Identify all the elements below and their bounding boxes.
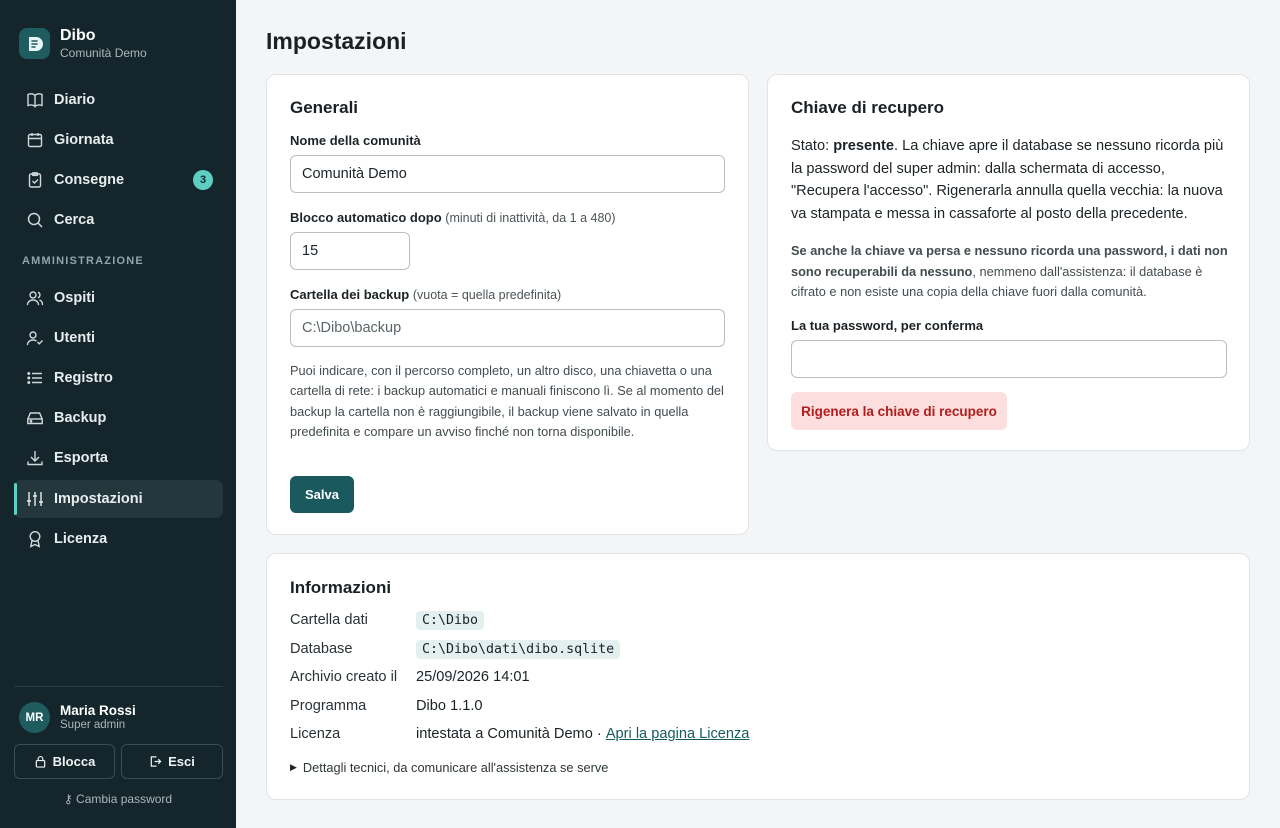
avatar: MR — [19, 702, 50, 733]
nav-label: Consegne — [54, 172, 125, 188]
nav-label: Esporta — [54, 450, 108, 466]
backup-folder-input[interactable] — [290, 309, 725, 347]
auto-lock-label: Blocco automatico dopo (minuti di inatti… — [290, 210, 616, 225]
change-password-label: Cambia password — [76, 792, 173, 806]
brand: Dibo Comunità Demo — [19, 27, 147, 60]
sidebar-divider — [14, 686, 223, 687]
current-user: MR Maria Rossi Super admin — [19, 702, 136, 733]
auto-lock-label-text: Blocco automatico dopo — [290, 210, 442, 225]
app-name: Dibo — [60, 27, 96, 44]
search-icon — [26, 211, 44, 229]
nav-item-giornata[interactable]: Giornata — [14, 121, 223, 159]
download-icon — [26, 449, 44, 467]
consegne-count-badge: 3 — [193, 170, 213, 190]
general-settings-card: Generali Nome della comunità Blocco auto… — [266, 74, 749, 535]
nav-label: Giornata — [54, 132, 114, 148]
nav-label: Ospiti — [54, 290, 96, 306]
info-row-database: Database C:\Dibo\dati\dibo.sqlite — [290, 637, 621, 661]
nav-item-esporta[interactable]: Esporta — [14, 439, 223, 477]
page-title: Impostazioni — [266, 28, 407, 54]
nav-label: Backup — [54, 410, 107, 426]
info-key: Programma — [290, 698, 367, 714]
info-key: Licenza — [290, 726, 341, 742]
database-path: C:\Dibo\dati\dibo.sqlite — [416, 639, 621, 659]
nav-item-backup[interactable]: Backup — [14, 399, 223, 437]
lock-icon — [35, 755, 45, 768]
created-date: 25/09/2026 14:01 — [416, 669, 530, 685]
save-button[interactable]: Salva — [290, 476, 354, 513]
disclosure-triangle-icon: ▶ — [290, 762, 297, 772]
auto-lock-hint: (minuti di inattività, da 1 a 480) — [445, 211, 616, 225]
nav-item-utenti[interactable]: Utenti — [14, 319, 223, 357]
book-icon — [26, 91, 44, 109]
info-row-data-folder: Cartella dati C:\Dibo — [290, 608, 485, 632]
nav-label: Impostazioni — [54, 491, 143, 507]
card-title: Informazioni — [290, 578, 392, 597]
award-icon — [26, 530, 44, 548]
card-title: Chiave di recupero — [791, 98, 945, 117]
backup-folder-label: Cartella dei backup (vuota = quella pred… — [290, 287, 561, 302]
nav-item-consegne[interactable]: Consegne 3 — [14, 161, 223, 199]
nav-item-cerca[interactable]: Cerca — [14, 201, 223, 239]
nav-item-ospiti[interactable]: Ospiti — [14, 279, 223, 317]
lock-button[interactable]: Blocca — [14, 744, 115, 779]
backup-folder-label-text: Cartella dei backup — [290, 287, 410, 302]
calendar-icon — [26, 131, 44, 149]
nav-item-diario[interactable]: Diario — [14, 81, 223, 119]
users-icon — [26, 289, 44, 307]
info-key: Cartella dati — [290, 612, 368, 628]
open-license-page-link[interactable]: Apri la pagina Licenza — [606, 726, 750, 742]
info-key: Archivio creato il — [290, 669, 398, 685]
auto-lock-minutes-input[interactable] — [290, 232, 410, 270]
user-role: Super admin — [60, 719, 126, 731]
regenerate-recovery-key-button[interactable]: Rigenera la chiave di recupero — [791, 392, 1007, 430]
nav-item-impostazioni[interactable]: Impostazioni — [14, 480, 223, 518]
recovery-key-warning: Se anche la chiave va persa e nessuno ri… — [791, 241, 1231, 303]
logout-button[interactable]: Esci — [121, 744, 223, 779]
nav-label: Utenti — [54, 330, 96, 346]
program-version: Dibo 1.1.0 — [416, 698, 483, 714]
technical-details-toggle[interactable]: ▶ Dettagli tecnici, da comunicare all'as… — [290, 760, 608, 775]
change-password-link[interactable]: ⚷ Cambia password — [0, 792, 236, 806]
details-label: Dettagli tecnici, da comunicare all'assi… — [302, 760, 609, 775]
community-name: Comunità Demo — [60, 46, 147, 60]
status-prefix: Stato: — [791, 138, 834, 154]
backup-folder-hint: (vuota = quella predefinita) — [412, 288, 562, 302]
status-value: presente — [833, 138, 895, 154]
data-folder-path: C:\Dibo — [416, 610, 485, 630]
community-name-input[interactable] — [290, 155, 725, 193]
info-row-license: Licenza intestata a Comunità Demo · Apri… — [290, 722, 749, 746]
nav-item-licenza[interactable]: Licenza — [14, 520, 223, 558]
nav-label: Licenza — [54, 531, 108, 547]
app-logo-icon — [19, 28, 50, 59]
user-name: Maria Rossi — [60, 703, 136, 718]
password-confirm-label: La tua password, per conferma — [791, 318, 984, 333]
nav-label: Registro — [54, 370, 113, 386]
password-confirm-input[interactable] — [791, 340, 1227, 378]
sliders-icon — [26, 490, 44, 508]
info-row-created: Archivio creato il 25/09/2026 14:01 — [290, 665, 530, 689]
nav-section-title: AMMINISTRAZIONE — [22, 255, 144, 267]
info-row-program: Programma Dibo 1.1.0 — [290, 694, 483, 718]
community-name-label: Nome della comunità — [290, 133, 421, 148]
info-key: Database — [290, 641, 353, 657]
nav-item-registro[interactable]: Registro — [14, 359, 223, 397]
card-title: Generali — [290, 98, 359, 117]
logout-icon — [150, 756, 162, 767]
clipboard-check-icon — [26, 171, 44, 189]
user-check-icon — [26, 329, 44, 347]
nav-label: Cerca — [54, 212, 95, 228]
backup-folder-help: Puoi indicare, con il percorso completo,… — [290, 363, 724, 439]
info-card: Informazioni Cartella dati C:\Dibo Datab… — [266, 553, 1250, 800]
nav-label: Diario — [54, 92, 96, 108]
recovery-key-card: Chiave di recupero Stato: presente. La c… — [767, 74, 1250, 451]
logout-label: Esci — [168, 754, 195, 769]
key-icon: ⚷ — [63, 792, 73, 806]
license-holder: intestata a Comunità Demo · — [416, 726, 606, 742]
sidebar: Dibo Comunità Demo Diario Giornata Conse… — [0, 0, 236, 828]
lock-label: Blocca — [52, 754, 96, 769]
list-icon — [26, 369, 44, 387]
hard-drive-icon — [26, 409, 44, 427]
recovery-key-status: Stato: presente. La chiave apre il datab… — [791, 135, 1231, 225]
